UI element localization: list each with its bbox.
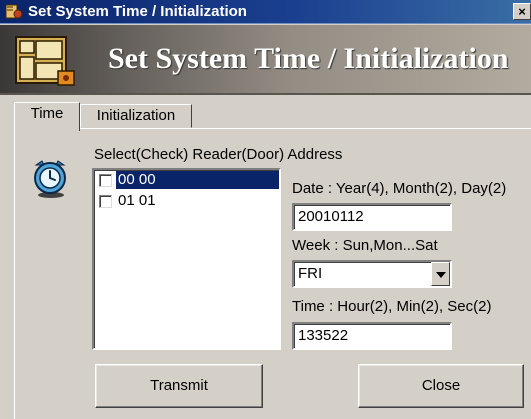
time-tab-panel [14,128,531,419]
title-bar[interactable]: Set System Time / Initialization × [0,0,531,24]
header-banner: Set System Time / Initialization [0,25,531,95]
window-title: Set System Time / Initialization [28,3,247,20]
tab-initialization[interactable]: Initialization [80,104,192,128]
app-icon [4,3,24,21]
window-logo-icon [14,33,78,89]
banner-title: Set System Time / Initialization [108,42,509,75]
tab-time[interactable]: Time [14,102,80,131]
close-window-button[interactable]: × [513,3,531,20]
